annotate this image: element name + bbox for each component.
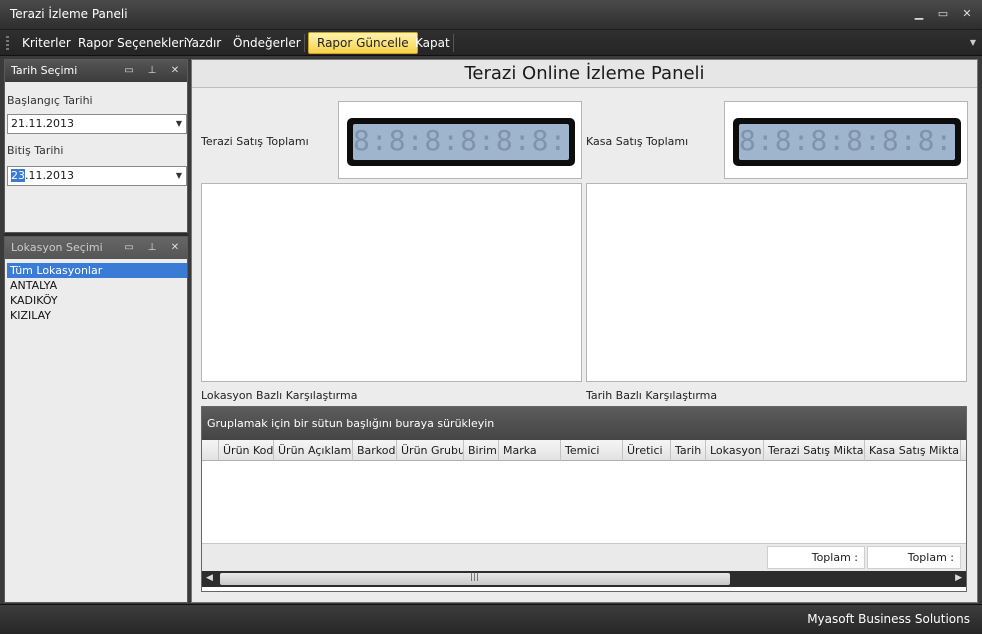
column-header[interactable]: Üretici [623,440,671,461]
scale-sum-cell: Toplam : [767,546,865,569]
column-header[interactable]: Temici [561,440,623,461]
company-name: Myasoft Business Solutions [807,612,970,626]
cashier-sum-cell: Toplam : [867,546,961,569]
list-item[interactable]: Tüm Lokasyonlar [7,263,187,278]
pin-icon[interactable]: ⊥ [145,237,159,259]
close-icon[interactable]: ✕ [958,6,976,22]
chevron-down-icon[interactable]: ▼ [176,167,182,185]
column-header[interactable]: Ürün Açıklama [274,440,353,461]
start-date-label: Başlangıç Tarihi [7,94,93,107]
update-report-button[interactable]: Rapor Güncelle [308,32,418,54]
location-panel-header: Lokasyon Seçimi ▭ ⊥ ✕ [5,237,187,259]
scale-total-display: 8:8:8:8:8:8:8:8:8 [338,101,582,179]
close-icon[interactable]: ✕ [168,60,182,82]
column-header[interactable]: Lokasyon [706,440,764,461]
title-bar: Terazi İzleme Paneli ▁ ▭ ✕ [0,0,982,30]
column-header[interactable]: Terazi Satış Miktarı [764,440,865,461]
window-title: Terazi İzleme Paneli [10,7,128,21]
scroll-left-icon[interactable]: ◀ [206,573,213,583]
cashier-total-display: 8:8:8:8:8:8:8:8:8 [724,101,968,179]
location-list: Tüm Lokasyonlar ANTALYA KADIKÖY KIZILAY [7,263,187,583]
column-header[interactable]: Tarih [671,440,706,461]
list-item[interactable]: KIZILAY [7,308,187,323]
date-panel: Tarih Seçimi ▭ ⊥ ✕ Başlangıç Tarihi 21.1… [4,59,188,233]
scale-total-label: Terazi Satış Toplamı [201,135,309,148]
horizontal-scrollbar[interactable]: ◀ ||| ▶ [202,571,966,587]
toolbar-overflow-icon[interactable]: ▼ [970,38,976,47]
page-title: Terazi Online İzleme Paneli [192,60,977,88]
column-header[interactable]: Barkod [353,440,397,461]
column-header[interactable]: Marka [499,440,561,461]
lcd-frame: 8:8:8:8:8:8:8:8:8 [733,118,961,166]
column-header[interactable]: Kasa Satış Miktarı [865,440,961,461]
lcd-frame: 8:8:8:8:8:8:8:8:8 [347,118,575,166]
toolbar-separator [304,34,305,52]
cashier-total-label: Kasa Satış Toplamı [586,135,689,148]
end-date-label: Bitiş Tarihi [7,144,64,157]
minimize-icon[interactable]: ▁ [910,6,928,22]
start-date-value: 21.11.2013 [11,117,74,130]
report-options-menu[interactable]: Rapor Seçenekleri [74,33,191,54]
main-panel: Terazi Online İzleme Paneli Terazi Satış… [191,59,978,603]
status-bar: Myasoft Business Solutions [0,604,982,634]
list-item[interactable]: ANTALYA [7,278,187,293]
date-compare-chart [586,183,967,382]
start-date-field[interactable]: 21.11.2013 ▼ [7,114,187,134]
location-panel-title: Lokasyon Seçimi [11,241,103,254]
toolbar: Kriterler Rapor Seçenekleri Yazdır Öndeğ… [0,30,982,56]
column-header[interactable]: Ürün Kod [219,440,274,461]
column-header[interactable]: Ürün Grubu [397,440,464,461]
location-compare-label: Lokasyon Bazlı Karşılaştırma [201,389,358,402]
left-dock: Tarih Seçimi ▭ ⊥ ✕ Başlangıç Tarihi 21.1… [4,59,188,603]
group-panel[interactable]: Gruplamak için bir sütun başlığını buray… [202,407,966,440]
end-date-rest: .11.2013 [25,169,74,182]
toolbar-grip[interactable] [6,36,9,50]
grip-icon: ||| [470,572,480,582]
date-compare-label: Tarih Bazlı Karşılaştırma [586,389,718,402]
float-icon[interactable]: ▭ [122,237,136,259]
cashier-total-lcd: 8:8:8:8:8:8:8:8:8 [739,124,955,160]
scroll-right-icon[interactable]: ▶ [955,573,962,583]
date-panel-header: Tarih Seçimi ▭ ⊥ ✕ [5,60,187,82]
column-header[interactable]: Birim [464,440,499,461]
float-icon[interactable]: ▭ [122,60,136,82]
location-compare-chart [201,183,582,382]
date-panel-title: Tarih Seçimi [11,64,78,77]
defaults-menu[interactable]: Öndeğerler [229,33,305,54]
scale-total-lcd: 8:8:8:8:8:8:8:8:8 [353,124,569,160]
scroll-thumb[interactable]: ||| [220,572,730,585]
grid-body[interactable] [202,461,966,543]
grid-footer: Toplam : Toplam : [202,543,966,571]
pin-icon[interactable]: ⊥ [145,60,159,82]
end-date-field[interactable]: 23.11.2013 ▼ [7,166,187,186]
end-date-day-selection: 23 [11,169,25,182]
close-button[interactable]: Kapat [411,33,454,54]
print-menu[interactable]: Yazdır [182,33,225,54]
criteria-menu[interactable]: Kriterler [18,33,75,54]
toolbar-separator [453,34,454,52]
grid-header: Ürün Kod Ürün Açıklama Barkod Ürün Grubu… [202,440,966,461]
location-panel: Lokasyon Seçimi ▭ ⊥ ✕ Tüm Lokasyonlar AN… [4,236,188,603]
row-indicator-header [202,440,219,461]
list-item[interactable]: KADIKÖY [7,293,187,308]
data-grid: Gruplamak için bir sütun başlığını buray… [201,406,967,592]
chevron-down-icon[interactable]: ▼ [176,115,182,133]
close-icon[interactable]: ✕ [168,237,182,259]
maximize-icon[interactable]: ▭ [934,6,952,22]
